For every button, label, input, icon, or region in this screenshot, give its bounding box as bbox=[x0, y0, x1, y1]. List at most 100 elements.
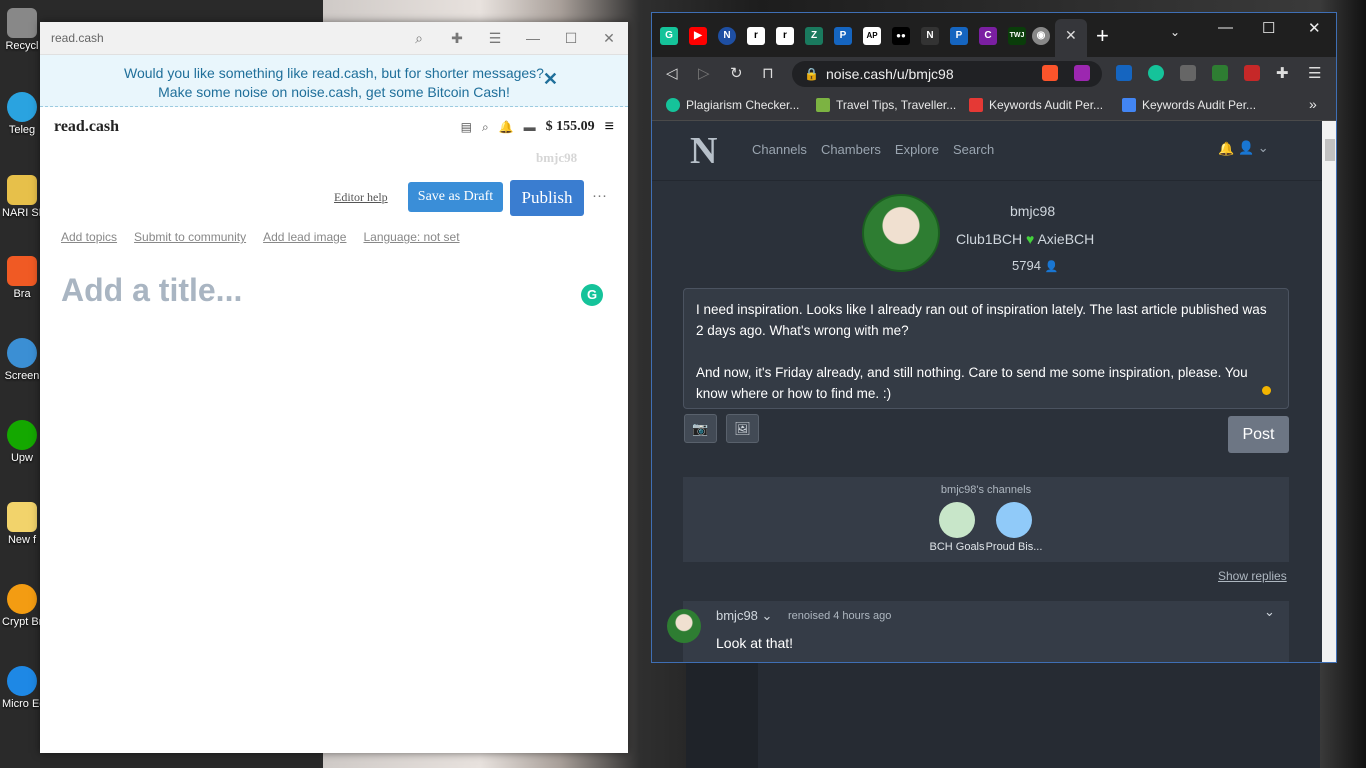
camera-icon[interactable]: 📷 bbox=[684, 414, 717, 443]
zoom-icon[interactable]: ⌕ bbox=[400, 30, 438, 47]
user-menu-icon[interactable]: 👤 ⌄ bbox=[1238, 140, 1269, 156]
notification-bell-icon[interactable]: 🔔 bbox=[499, 120, 514, 134]
more-options-icon[interactable]: ··· bbox=[592, 187, 607, 204]
bookmark-keywords-1[interactable]: Keywords Audit Per... bbox=[969, 98, 1103, 112]
minimize-button[interactable]: — bbox=[1218, 19, 1233, 36]
hamburger-menu-icon[interactable]: ≡ bbox=[605, 118, 614, 136]
window-titlebar[interactable]: read.cash ⌕ ✚ ☰ — ☐ ✕ bbox=[40, 22, 628, 55]
desktop-icon-screen[interactable]: Screen bbox=[2, 338, 42, 382]
globe-tab-icon[interactable]: ◉ bbox=[1032, 27, 1050, 45]
r-tab-icon-2[interactable]: r bbox=[776, 27, 794, 45]
save-as-draft-button[interactable]: Save as Draft bbox=[408, 182, 503, 212]
desktop-icon-crypto-browser[interactable]: Crypt Brow bbox=[2, 584, 42, 628]
profile-avatar[interactable] bbox=[862, 194, 940, 272]
forward-icon[interactable]: ▷ bbox=[698, 64, 710, 82]
grammarly-extension-icon[interactable] bbox=[1148, 65, 1164, 81]
close-window-button[interactable]: ✕ bbox=[1308, 19, 1321, 37]
brave-rewards-icon[interactable] bbox=[1074, 65, 1090, 81]
page-scrollbar[interactable] bbox=[1322, 121, 1336, 662]
wallet-icon[interactable]: ▬ bbox=[524, 120, 536, 134]
grammarly-status-icon[interactable] bbox=[1262, 386, 1271, 395]
editor-help-link[interactable]: Editor help bbox=[334, 190, 388, 205]
nav-channels[interactable]: Channels bbox=[752, 142, 807, 157]
nav-chambers[interactable]: Chambers bbox=[821, 142, 881, 157]
new-tab-button[interactable]: + bbox=[1096, 23, 1109, 49]
tab-strip: G ▶ N r r Z P AP ●● N P C TWJ ◉ ✕ + ⌄ — … bbox=[652, 13, 1336, 57]
maximize-button[interactable]: ☐ bbox=[552, 30, 590, 47]
menu-icon[interactable]: ☰ bbox=[476, 30, 514, 47]
channel-bch-goals[interactable]: BCH Goals bbox=[927, 502, 987, 553]
article-title-input[interactable]: Add a title... bbox=[61, 272, 242, 309]
desktop-icon-folder[interactable]: NARI SECR bbox=[2, 175, 42, 219]
channel-proud-bisaya[interactable]: Proud Bis... bbox=[984, 502, 1044, 553]
tab-search-icon[interactable]: ⌄ bbox=[1170, 25, 1180, 39]
extensions-icon[interactable]: ✚ bbox=[1276, 64, 1289, 82]
grammarly-tab-icon[interactable]: G bbox=[660, 27, 678, 45]
bookmark-icon[interactable]: ⊓ bbox=[762, 64, 774, 82]
youtube-tab-icon[interactable]: ▶ bbox=[689, 27, 707, 45]
avatar[interactable] bbox=[667, 609, 701, 643]
p-tab-icon[interactable]: P bbox=[834, 27, 852, 45]
image-icon[interactable]: 🖼 bbox=[726, 414, 759, 443]
close-tab-icon[interactable]: ✕ bbox=[1065, 27, 1077, 44]
z-tab-icon[interactable]: Z bbox=[805, 27, 823, 45]
show-replies-link[interactable]: Show replies bbox=[1218, 569, 1287, 583]
brave-shield-icon[interactable] bbox=[1042, 65, 1058, 81]
bookmarks-overflow-icon[interactable]: » bbox=[1309, 96, 1317, 112]
desktop-icon-upwork[interactable]: Upw bbox=[2, 420, 42, 464]
n-tab-icon[interactable]: N bbox=[921, 27, 939, 45]
nav-search[interactable]: Search bbox=[953, 142, 994, 157]
ap-tab-icon[interactable]: AP bbox=[863, 27, 881, 45]
feed-username[interactable]: bmjc98 ⌄ bbox=[716, 608, 772, 624]
nav-explore[interactable]: Explore bbox=[895, 142, 939, 157]
extension-link-icon[interactable] bbox=[1180, 65, 1196, 81]
banner-line-2[interactable]: Make some noise on noise.cash, get some … bbox=[40, 83, 628, 102]
post-button[interactable]: Post bbox=[1228, 416, 1289, 453]
extension-p-icon[interactable] bbox=[1116, 65, 1132, 81]
r-tab-icon[interactable]: r bbox=[747, 27, 765, 45]
language-link[interactable]: Language: not set bbox=[363, 230, 459, 244]
desktop-icon-edge[interactable]: Micro Edg bbox=[2, 666, 42, 710]
medium-tab-icon[interactable]: ●● bbox=[892, 27, 910, 45]
submit-to-community-link[interactable]: Submit to community bbox=[134, 230, 246, 244]
key-extension-icon[interactable] bbox=[1244, 65, 1260, 81]
bookmark-travel[interactable]: Travel Tips, Traveller... bbox=[816, 98, 956, 112]
drafts-icon[interactable]: ▤ bbox=[461, 120, 472, 134]
add-lead-image-link[interactable]: Add lead image bbox=[263, 230, 346, 244]
publish-button[interactable]: Publish bbox=[510, 180, 584, 216]
add-topics-link[interactable]: Add topics bbox=[61, 230, 117, 244]
desktop-icon-new-file[interactable]: New f bbox=[2, 502, 42, 546]
chevron-down-icon[interactable]: ⌄ bbox=[1264, 604, 1275, 620]
browser-menu-icon[interactable]: ☰ bbox=[1308, 64, 1321, 82]
back-icon[interactable]: ◁ bbox=[666, 64, 678, 82]
wallet-extension-icon[interactable] bbox=[1212, 65, 1228, 81]
wallet-balance[interactable]: $ 155.09 bbox=[546, 119, 595, 135]
post-composer-textarea[interactable]: I need inspiration. Looks like I already… bbox=[683, 288, 1289, 409]
grammarly-icon[interactable]: G bbox=[581, 284, 603, 306]
noise-tab-icon[interactable]: N bbox=[718, 27, 736, 45]
club-1[interactable]: Club1BCH bbox=[956, 231, 1022, 247]
search-icon[interactable]: ⌕ bbox=[482, 120, 489, 135]
desktop-icon-brave[interactable]: Bra bbox=[2, 256, 42, 300]
desktop-icon-recycle[interactable]: Recycl bbox=[2, 8, 42, 52]
notification-bell-icon[interactable]: 🔔 bbox=[1218, 141, 1234, 157]
profile-username[interactable]: bmjc98 bbox=[1010, 203, 1055, 219]
bookmark-plagiarism[interactable]: Plagiarism Checker... bbox=[666, 98, 799, 112]
banner-close-icon[interactable]: ✕ bbox=[543, 70, 558, 89]
scrollbar-thumb[interactable] bbox=[1325, 139, 1335, 161]
profile-clubs: Club1BCH ♥ AxieBCH bbox=[956, 231, 1094, 247]
brand-logo[interactable]: read.cash bbox=[54, 118, 461, 136]
maximize-button[interactable]: ☐ bbox=[1262, 19, 1275, 37]
extensions-icon[interactable]: ✚ bbox=[438, 30, 476, 47]
p-tab-icon-2[interactable]: P bbox=[950, 27, 968, 45]
desktop-icon-telegram[interactable]: Teleg bbox=[2, 92, 42, 136]
c-tab-icon[interactable]: C bbox=[979, 27, 997, 45]
twj-tab-icon[interactable]: TWJ bbox=[1008, 27, 1026, 45]
channel-avatar bbox=[996, 502, 1032, 538]
club-2[interactable]: AxieBCH bbox=[1037, 231, 1094, 247]
minimize-button[interactable]: — bbox=[514, 30, 552, 46]
close-window-button[interactable]: ✕ bbox=[590, 30, 628, 47]
reload-icon[interactable]: ↻ bbox=[730, 64, 743, 82]
bookmark-keywords-2[interactable]: Keywords Audit Per... bbox=[1122, 98, 1256, 112]
noise-logo-icon[interactable]: N bbox=[690, 129, 717, 173]
